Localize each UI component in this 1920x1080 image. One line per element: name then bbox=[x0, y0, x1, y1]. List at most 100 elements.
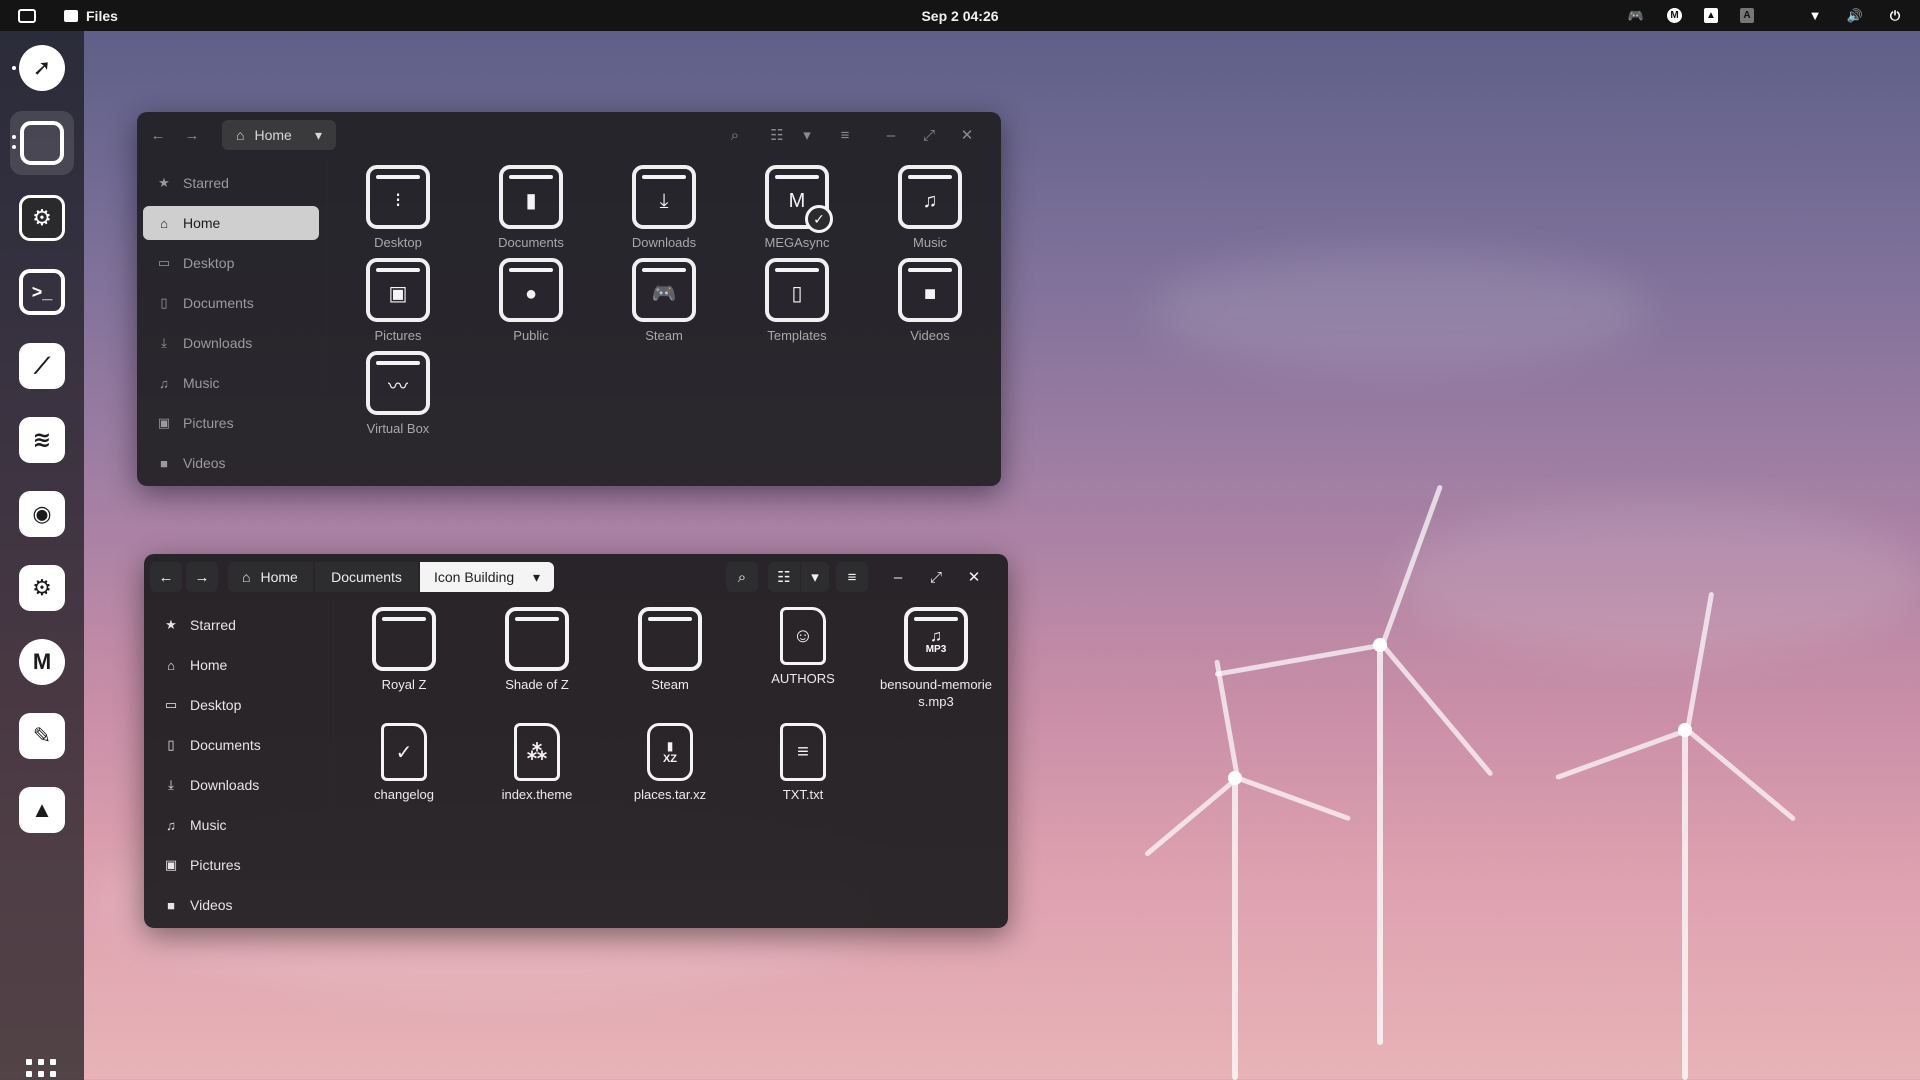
sidebar-item-music[interactable]: ♫ Music bbox=[143, 366, 319, 400]
close-icon: ✕ bbox=[967, 569, 981, 586]
view-toggle-button[interactable]: ☷ bbox=[761, 120, 793, 150]
folder-shade-of-z[interactable]: Shade of Z bbox=[473, 607, 601, 693]
window-icon bbox=[20, 121, 64, 165]
breadcrumb-home[interactable]: ⌂ Home bbox=[228, 562, 313, 592]
back-button[interactable]: ← bbox=[150, 562, 182, 592]
folder-videos[interactable]: ■ Videos bbox=[866, 258, 994, 344]
dock-inkscape[interactable]: ▲ bbox=[16, 784, 68, 836]
close-button[interactable]: ✕ bbox=[955, 120, 979, 150]
sidebar-item-downloads[interactable]: ⤓ Downloads bbox=[143, 326, 319, 360]
wifi-icon[interactable]: ▼ bbox=[1806, 7, 1824, 25]
sidebar-item-downloads[interactable]: ⤓ Downloads bbox=[150, 768, 326, 802]
minimize-button[interactable]: – bbox=[879, 120, 903, 150]
folder-megasync[interactable]: M ✓ MEGAsync bbox=[733, 165, 861, 251]
sidebar-item-home[interactable]: ⌂ Home bbox=[150, 648, 326, 682]
file-bensound-memories-mp3[interactable]: ♫ MP3 bensound-memories.mp3 bbox=[872, 607, 1000, 710]
minimize-icon: – bbox=[893, 568, 903, 586]
volume-icon[interactable]: 🔊 bbox=[1846, 7, 1864, 25]
megasync-icon: M bbox=[19, 639, 65, 685]
document-icon: ▯ bbox=[160, 295, 168, 310]
gamepad-icon[interactable]: 🎮 bbox=[1627, 7, 1645, 25]
maximize-button[interactable]: ⤢ bbox=[917, 120, 941, 150]
sidebar-item-desktop[interactable]: ▭ Desktop bbox=[150, 688, 326, 722]
contact-icon[interactable]: ▲ bbox=[1704, 8, 1718, 23]
dock-speaker[interactable]: ◉ bbox=[16, 488, 68, 540]
brush-icon: ✎ bbox=[19, 713, 65, 759]
app-menu[interactable]: Files bbox=[64, 8, 118, 24]
dock-brush[interactable]: ✎ bbox=[16, 710, 68, 762]
dock-tweaks[interactable]: ⚙ bbox=[16, 192, 68, 244]
dock-terminal[interactable]: >_ bbox=[16, 266, 68, 318]
forward-button[interactable]: → bbox=[186, 562, 218, 592]
folder-royal-z[interactable]: Royal Z bbox=[340, 607, 468, 693]
dock-browser[interactable]: ➚ bbox=[12, 42, 68, 94]
system-tray[interactable]: 🎮 M ▲ A ▼ 🔊 ⏻ bbox=[1627, 7, 1904, 25]
dock-files[interactable] bbox=[10, 111, 74, 175]
file-authors[interactable]: ☺ AUTHORS bbox=[739, 604, 867, 687]
list-view-icon: ☷ bbox=[777, 569, 791, 586]
search-button[interactable]: ⌕ bbox=[726, 562, 758, 592]
search-button[interactable]: ⌕ bbox=[719, 120, 751, 150]
maximize-icon: ⤢ bbox=[922, 126, 935, 144]
file-txt-txt[interactable]: ≡ TXT.txt bbox=[739, 720, 867, 803]
sidebar-item-documents[interactable]: ▯ Documents bbox=[150, 728, 326, 762]
folder-downloads[interactable]: ⤓ Downloads bbox=[600, 165, 728, 251]
folder-documents[interactable]: ▮ Documents bbox=[467, 165, 595, 251]
folder-pictures[interactable]: ▣ Pictures bbox=[334, 258, 462, 344]
folder-desktop[interactable]: ⁝ Desktop bbox=[334, 165, 462, 251]
folder-steam[interactable]: Steam bbox=[606, 607, 734, 693]
music-icon: ♫ bbox=[166, 817, 176, 833]
view-options-button[interactable]: ▾ bbox=[793, 120, 821, 150]
file-places-tar-xz[interactable]: ▮ XZ places.tar.xz bbox=[606, 720, 734, 803]
file-index-theme[interactable]: ⁂ index.theme bbox=[473, 720, 601, 803]
breadcrumb-home[interactable]: ⌂ Home ▾ bbox=[222, 120, 336, 150]
files-window-icon-building[interactable]: ← → ⌂ Home Documents Icon Building ▾ ⌕ ☷… bbox=[144, 554, 1008, 928]
templates-folder-icon: ▯ bbox=[765, 258, 829, 322]
main-menu-button[interactable]: ≡ bbox=[829, 120, 861, 150]
clock[interactable]: Sep 2 04:26 bbox=[921, 8, 998, 24]
view-options-button[interactable]: ▾ bbox=[801, 562, 829, 592]
maximize-button[interactable]: ⤢ bbox=[924, 562, 948, 592]
sidebar-item-videos[interactable]: ■ Videos bbox=[143, 446, 319, 480]
minimize-button[interactable]: – bbox=[886, 562, 910, 592]
arrow-right-icon: → bbox=[194, 568, 210, 586]
main-menu-button[interactable]: ≡ bbox=[836, 562, 868, 592]
keyboard-layout-icon[interactable]: A bbox=[1740, 8, 1754, 23]
sidebar-item-home[interactable]: ⌂ Home bbox=[143, 206, 319, 240]
folder-steam[interactable]: 🎮 Steam bbox=[600, 258, 728, 344]
folder-public[interactable]: ● Public bbox=[467, 258, 595, 344]
dock: ➚ ⚙ >_ ⟋ ≋ ◉ ⚙ M ✎ ▲ bbox=[0, 31, 84, 1080]
mega-tray-icon[interactable]: M bbox=[1667, 8, 1682, 23]
folder-virtual-box[interactable]: 〰 Virtual Box bbox=[334, 351, 462, 437]
activities-button[interactable] bbox=[18, 8, 36, 23]
breadcrumb-icon-building[interactable]: Icon Building ▾ bbox=[420, 562, 554, 592]
close-button[interactable]: ✕ bbox=[962, 562, 986, 592]
sidebar-item-desktop[interactable]: ▭ Desktop bbox=[143, 246, 319, 280]
dock-steam[interactable]: ⚙ bbox=[16, 562, 68, 614]
videos-folder-icon: ■ bbox=[898, 258, 962, 322]
sidebar-item-documents[interactable]: ▯ Documents bbox=[143, 286, 319, 320]
back-button[interactable]: ← bbox=[143, 120, 173, 150]
download-icon: ⤓ bbox=[168, 777, 174, 792]
view-toggle-button[interactable]: ☷ bbox=[768, 562, 800, 592]
download-icon: ⤓ bbox=[161, 335, 167, 350]
sidebar-item-starred[interactable]: ★ Starred bbox=[150, 608, 326, 642]
sidebar-item-music[interactable]: ♫ Music bbox=[150, 808, 326, 842]
folder-music[interactable]: ♫ Music bbox=[866, 165, 994, 251]
breadcrumb-documents[interactable]: Documents bbox=[315, 562, 418, 592]
files-window-home[interactable]: ← → ⌂ Home ▾ ⌕ ☷ ▾ ≡ – ⤢ ✕ ★ Starred ⌂ Hom… bbox=[137, 112, 1001, 486]
file-changelog[interactable]: ✓ changelog bbox=[340, 720, 468, 803]
show-apps-button[interactable] bbox=[26, 1059, 56, 1080]
kdenlive-icon: ⟋ bbox=[19, 343, 65, 389]
folder-templates[interactable]: ▯ Templates bbox=[733, 258, 861, 344]
sidebar-item-videos[interactable]: ■ Videos bbox=[150, 888, 326, 922]
forward-button[interactable]: → bbox=[177, 120, 207, 150]
dock-rss[interactable]: ≋ bbox=[16, 414, 68, 466]
headerbar: ← → ⌂ Home ▾ ⌕ ☷ ▾ ≡ – ⤢ ✕ bbox=[137, 112, 1001, 158]
power-icon[interactable]: ⏻ bbox=[1886, 7, 1904, 25]
dock-kdenlive[interactable]: ⟋ bbox=[16, 340, 68, 392]
sidebar-item-pictures[interactable]: ▣ Pictures bbox=[150, 848, 326, 882]
dock-megasync[interactable]: M bbox=[16, 636, 68, 688]
sidebar-item-starred[interactable]: ★ Starred bbox=[143, 166, 319, 200]
sidebar-item-pictures[interactable]: ▣ Pictures bbox=[143, 406, 319, 440]
